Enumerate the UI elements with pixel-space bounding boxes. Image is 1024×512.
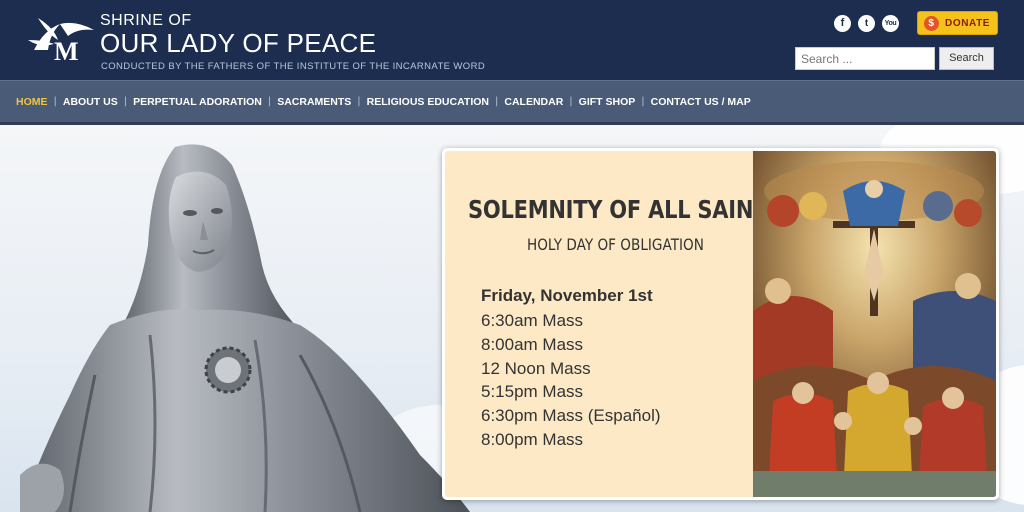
event-subtitle: HOLY DAY OF OBLIGATION [527, 235, 704, 254]
mass-schedule-list: 6:30am Mass 8:00am Mass 12 Noon Mass 5:1… [481, 309, 661, 452]
mass-time: 5:15pm Mass [481, 382, 584, 402]
event-title: SOLEMNITY OF ALL SAINTS [468, 195, 783, 224]
donate-label: DONATE [945, 17, 991, 29]
nav-item-calendar[interactable]: CALENDAR [504, 96, 563, 108]
mass-time: 6:30pm Mass (Español) [481, 406, 661, 426]
site-header: M SHRINE OF OUR LADY OF PEACE CONDUCTED … [0, 0, 1024, 80]
donate-button[interactable]: $ DONATE [917, 11, 998, 35]
nav-item-about-us[interactable]: ABOUT US [63, 96, 118, 108]
facebook-icon[interactable]: f [834, 15, 851, 32]
shrine-logo[interactable]: M [24, 10, 98, 66]
nav-item-perpetual-adoration[interactable]: PERPETUAL ADORATION [133, 96, 262, 108]
nav-separator: | [123, 96, 128, 107]
twitter-icon[interactable]: t [858, 15, 875, 32]
nav-separator: | [267, 96, 272, 107]
mass-time: 6:30am Mass [481, 311, 584, 330]
nav-separator: | [641, 96, 645, 107]
svg-text:M: M [54, 37, 79, 66]
site-tagline: CONDUCTED BY THE FATHERS OF THE INSTITUT… [101, 61, 486, 72]
nav-separator: | [53, 96, 57, 107]
nav-item-contact-us-map[interactable]: CONTACT US / MAP [651, 96, 751, 108]
dollar-coin-icon: $ [924, 15, 939, 31]
search-input[interactable] [795, 47, 935, 70]
mass-time: 8:00am Mass [481, 334, 584, 354]
mass-time: 12 Noon Mass [481, 358, 591, 378]
site-title-line2[interactable]: OUR LADY OF PEACE [100, 28, 376, 59]
main-nav: HOME | ABOUT US | PERPETUAL ADORATION | … [0, 80, 1024, 122]
event-day: Friday, November 1st [481, 286, 653, 305]
mass-time: 8:00pm Mass [481, 429, 584, 449]
nav-item-gift-shop[interactable]: GIFT SHOP [579, 96, 636, 108]
nav-separator: | [569, 96, 573, 107]
event-card-content: SOLEMNITY OF ALL SAINTS HOLY DAY OF OBLI… [445, 151, 996, 497]
search-button[interactable]: Search [939, 47, 994, 70]
nav-separator: | [494, 96, 499, 107]
virgin-mary-statue-image [20, 144, 470, 512]
nav-item-home[interactable]: HOME [16, 96, 48, 108]
all-saints-painting-image [753, 151, 996, 497]
nav-item-sacraments[interactable]: SACRAMENTS [277, 96, 351, 108]
event-card[interactable]: SOLEMNITY OF ALL SAINTS HOLY DAY OF OBLI… [442, 148, 999, 500]
nav-item-religious-education[interactable]: RELIGIOUS EDUCATION [367, 96, 489, 108]
nav-separator: | [357, 96, 361, 107]
youtube-icon[interactable]: You [882, 15, 899, 32]
